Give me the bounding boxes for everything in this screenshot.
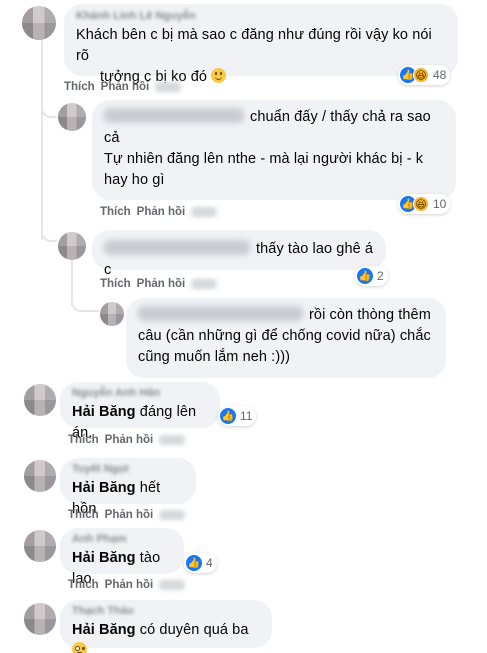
timestamp[interactable] — [191, 279, 218, 289]
avatar[interactable] — [24, 384, 56, 416]
comment-line: chuẩn đấy / thấy chả ra sao — [250, 109, 431, 125]
comment-line: rồi còn thòng thêm — [309, 307, 431, 323]
like-button[interactable]: Thích — [64, 81, 95, 93]
timestamp[interactable] — [159, 580, 186, 590]
comment-bubble: Tuyết Ngọt Hải Băng hết hồn — [60, 458, 196, 517]
avatar[interactable] — [100, 302, 124, 326]
comment-text: chuẩn đấy / thấy chả ra sao cả Tự nhiên … — [104, 107, 444, 191]
comment-line: Tự nhiên đăng lên nthe - mà lại người kh… — [104, 151, 424, 167]
like-icon: 👍 — [357, 268, 373, 284]
thread-connector — [41, 96, 57, 118]
like-icon: 👍 — [220, 408, 236, 424]
comment-actions: Thích Phản hồi — [100, 278, 218, 290]
comment-bubble: Anh Phạm Hải Băng tào lao — [60, 528, 184, 587]
reply-button[interactable]: Phản hồi — [137, 206, 186, 218]
author-name[interactable]: Khánh Linh Lê Nguyễn — [76, 9, 446, 23]
reaction-count: 2 — [377, 269, 384, 283]
author-name[interactable]: Anh Phạm — [72, 532, 172, 546]
comment-line: Khách bên c bị mà sao c đăng như đúng rồ… — [76, 27, 432, 64]
comment-line: có duyên quá ba — [135, 622, 249, 638]
author-name[interactable]: Nguyễn Anh Hân — [72, 386, 208, 400]
like-button[interactable]: Thích — [100, 206, 131, 218]
like-button[interactable]: Thích — [100, 278, 131, 290]
timestamp[interactable] — [159, 435, 186, 445]
timestamp[interactable] — [155, 82, 182, 92]
reply-button[interactable]: Phản hồi — [105, 509, 154, 521]
reaction-summary[interactable]: 👍 😆 48 — [398, 65, 451, 85]
reaction-summary[interactable]: 👍 11 — [218, 406, 257, 426]
redacted-name — [104, 240, 250, 255]
comment-bubble: Nguyễn Anh Hân Hải Băng đáng lên án. — [60, 382, 220, 441]
timestamp[interactable] — [191, 207, 218, 217]
smile-icon — [211, 68, 227, 83]
comment-bubble: Khánh Linh Lê Nguyễn Khách bên c bị mà s… — [64, 4, 458, 85]
comment-actions: Thích Phản hồi — [68, 509, 186, 521]
reaction-count: 10 — [433, 197, 447, 211]
comment-text: Hải Băng có duyên quá ba — [72, 620, 260, 653]
like-button[interactable]: Thích — [68, 579, 99, 591]
comment-actions: Thích Phản hồi — [68, 579, 186, 591]
avatar[interactable] — [24, 530, 56, 562]
haha-icon: 😆 — [413, 196, 429, 212]
author-name[interactable]: Thạch Thảo — [72, 604, 260, 618]
haha-icon: 😆 — [413, 67, 429, 83]
like-button[interactable]: Thích — [68, 434, 99, 446]
comment-actions: Thích Phản hồi — [64, 81, 182, 93]
reply-button[interactable]: Phản hồi — [105, 579, 154, 591]
reply-button[interactable]: Phản hồi — [137, 278, 186, 290]
redacted-name — [104, 108, 244, 123]
avatar[interactable] — [24, 460, 56, 492]
thread-line-main — [41, 40, 43, 240]
reply-button[interactable]: Phản hồi — [105, 434, 154, 446]
reaction-count: 11 — [240, 409, 253, 423]
reaction-count: 48 — [433, 68, 447, 82]
comment-bubble: chuẩn đấy / thấy chả ra sao cả Tự nhiên … — [92, 100, 456, 200]
thread-connector — [41, 220, 57, 242]
comment-actions: Thích Phản hồi — [68, 434, 186, 446]
comment-text: Khách bên c bị mà sao c đăng như đúng rồ… — [76, 25, 446, 88]
redacted-name — [138, 306, 303, 321]
timestamp[interactable] — [159, 510, 186, 520]
comment-actions: Thích Phản hồi — [100, 206, 218, 218]
avatar[interactable] — [58, 103, 86, 131]
avatar[interactable] — [24, 603, 56, 635]
reaction-count: 4 — [206, 556, 213, 570]
like-icon: 👍 — [186, 555, 202, 571]
comment-text: thấy tào lao ghê á c — [104, 239, 374, 281]
mention-tag[interactable]: Hải Băng — [72, 480, 136, 496]
mention-tag[interactable]: Hải Băng — [72, 404, 136, 420]
avatar[interactable] — [58, 232, 86, 260]
reaction-summary[interactable]: 👍 😆 10 — [398, 194, 451, 214]
reaction-summary[interactable]: 👍 4 — [184, 553, 217, 573]
comment-bubble: Thạch Thảo Hải Băng có duyên quá ba — [60, 600, 272, 653]
comment-bubble: rồi còn thòng thêm câu (cần những gì để … — [126, 298, 446, 378]
author-name[interactable]: Tuyết Ngọt — [72, 462, 184, 476]
reaction-summary[interactable]: 👍 2 — [355, 266, 388, 286]
flushed-icon — [72, 642, 87, 653]
comment-line: cũng muốn lắm neh :))) — [138, 349, 291, 365]
mention-tag[interactable]: Hải Băng — [72, 550, 136, 566]
like-button[interactable]: Thích — [68, 509, 99, 521]
comment-bubble: thấy tào lao ghê á c — [92, 230, 386, 278]
comment-line: hay ho gì — [104, 172, 165, 188]
comment-text: rồi còn thòng thêm câu (cần những gì để … — [138, 305, 434, 368]
thread-connector — [71, 290, 99, 312]
mention-tag[interactable]: Hải Băng — [72, 622, 136, 638]
comment-line: cả — [104, 130, 120, 146]
reply-button[interactable]: Phản hồi — [101, 81, 150, 93]
comment-line: câu (cần những gì để chống covid nữa) ch… — [138, 328, 431, 344]
avatar[interactable] — [22, 6, 56, 40]
